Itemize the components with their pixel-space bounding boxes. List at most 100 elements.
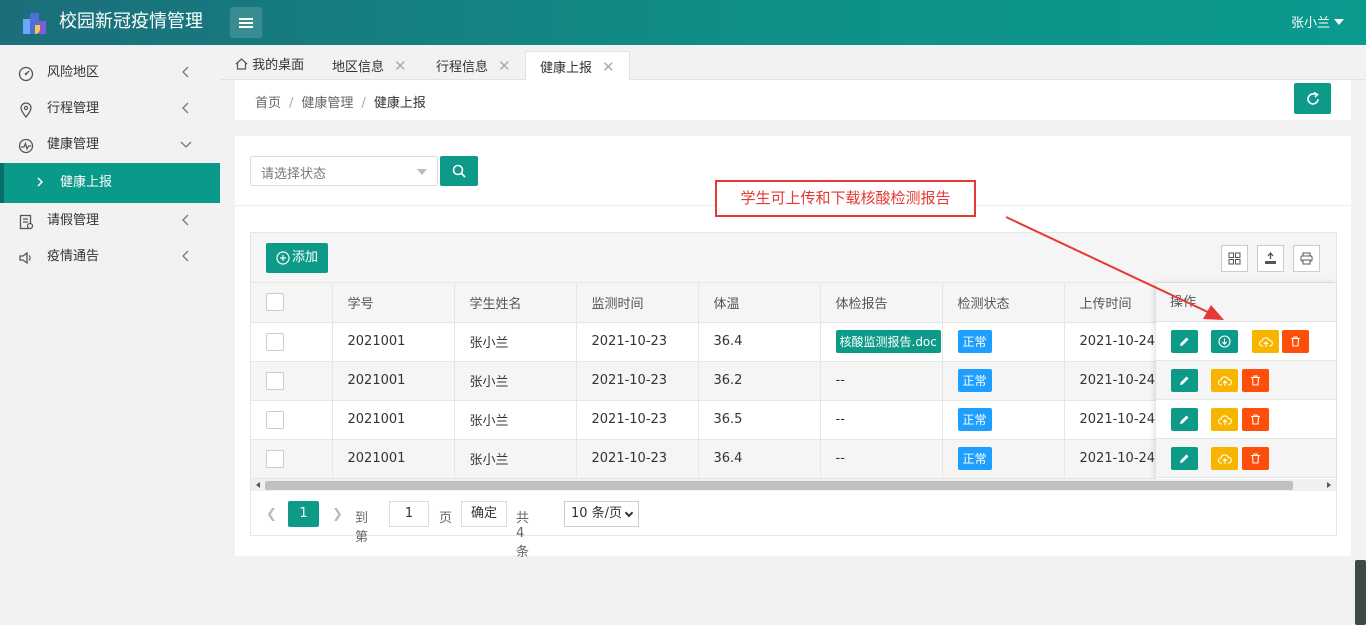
row-checkbox[interactable] bbox=[266, 449, 284, 468]
delete-button[interactable] bbox=[1242, 447, 1269, 470]
column-header[interactable]: 学生姓名 bbox=[454, 283, 577, 323]
current-page-button[interactable]: 1 bbox=[288, 501, 319, 527]
goto-page-input[interactable]: 1 bbox=[389, 501, 429, 527]
edit-button[interactable] bbox=[1171, 330, 1198, 353]
sidebar-subitem-label: 健康上报 bbox=[60, 175, 113, 190]
add-button-label: 添加 bbox=[292, 250, 319, 265]
goto-label: 到第 bbox=[355, 511, 369, 545]
upload-report-button[interactable] bbox=[1211, 447, 1238, 470]
row-checkbox[interactable] bbox=[266, 371, 284, 390]
column-filter-button[interactable] bbox=[1221, 245, 1248, 272]
tab-region-info[interactable]: 地区信息 ✕ bbox=[332, 51, 407, 81]
cell-report: -- bbox=[820, 400, 943, 440]
search-button[interactable] bbox=[440, 156, 478, 186]
edit-button[interactable] bbox=[1171, 447, 1198, 470]
sidebar-subitem-health-report[interactable]: 健康上报 bbox=[0, 163, 220, 203]
scrollbar-thumb[interactable] bbox=[265, 481, 1293, 490]
column-header[interactable]: 监测时间 bbox=[576, 283, 699, 323]
pulse-icon bbox=[18, 138, 34, 154]
speaker-icon bbox=[19, 251, 31, 265]
user-menu[interactable]: 张小兰 bbox=[1291, 12, 1344, 31]
sidebar-item-risk-area[interactable]: 风险地区 bbox=[0, 55, 220, 91]
prev-page-icon[interactable]: ❮ bbox=[266, 507, 277, 522]
cell-report: -- bbox=[820, 361, 943, 401]
report-file-link[interactable]: 核酸监测报告.doc bbox=[835, 330, 941, 353]
chevron-left-icon bbox=[182, 250, 189, 262]
menu-toggle-button[interactable] bbox=[230, 7, 262, 38]
scroll-right-icon[interactable] bbox=[1325, 479, 1333, 491]
download-icon bbox=[1218, 335, 1231, 348]
pencil-icon bbox=[1180, 415, 1189, 424]
trash-icon bbox=[1251, 414, 1260, 425]
close-icon[interactable]: ✕ bbox=[602, 58, 615, 76]
cell-student-id: 2021001 bbox=[332, 400, 455, 440]
sidebar-item-itinerary[interactable]: 行程管理 bbox=[0, 91, 220, 127]
delete-button[interactable] bbox=[1242, 408, 1269, 431]
sidebar-item-leave[interactable]: 请假管理 bbox=[0, 203, 220, 239]
cloud-upload-icon bbox=[1217, 414, 1232, 425]
sidebar: 风险地区 行程管理 健康管理 健康上报 请假管理 疫情通告 bbox=[0, 45, 220, 625]
app-title: 校园新冠疫情管理 bbox=[59, 11, 203, 32]
row-checkbox-cell bbox=[251, 400, 333, 440]
scroll-left-icon[interactable] bbox=[254, 479, 262, 491]
column-header-operations: 操作 bbox=[1156, 283, 1336, 322]
user-name: 张小兰 bbox=[1290, 16, 1330, 31]
status-select[interactable]: 请选择状态 bbox=[250, 156, 438, 186]
row-checkbox[interactable] bbox=[266, 410, 284, 429]
next-page-icon[interactable]: ❯ bbox=[332, 507, 343, 522]
status-badge: 正常 bbox=[957, 330, 992, 353]
tab-itinerary-info[interactable]: 行程信息 ✕ bbox=[436, 51, 511, 81]
ops-row bbox=[1156, 361, 1336, 400]
horizontal-scrollbar[interactable] bbox=[251, 479, 1336, 491]
upload-report-button[interactable] bbox=[1252, 330, 1279, 353]
page-size-select[interactable]: 10 条/页 bbox=[564, 501, 639, 527]
caret-down-icon bbox=[1334, 19, 1344, 25]
top-header: 校园新冠疫情管理 张小兰 bbox=[0, 0, 1366, 45]
column-header[interactable]: 检测状态 bbox=[942, 283, 1065, 323]
operations-column: 操作 bbox=[1156, 283, 1336, 479]
select-all-checkbox[interactable] bbox=[266, 293, 284, 312]
trash-icon bbox=[1291, 336, 1300, 347]
add-button[interactable]: 添加 bbox=[266, 243, 328, 273]
upload-report-button[interactable] bbox=[1211, 369, 1238, 392]
breadcrumb-health[interactable]: 健康管理 bbox=[301, 96, 353, 111]
refresh-button[interactable] bbox=[1294, 83, 1331, 114]
tab-desktop[interactable]: 我的桌面 bbox=[235, 51, 304, 81]
export-button[interactable] bbox=[1257, 245, 1284, 272]
chevron-down-icon bbox=[624, 508, 634, 518]
column-header[interactable]: 体温 bbox=[698, 283, 821, 323]
column-header[interactable]: 学号 bbox=[332, 283, 455, 323]
sidebar-item-health[interactable]: 健康管理 bbox=[0, 127, 220, 163]
page-scroll-widget[interactable] bbox=[1355, 560, 1366, 625]
breadcrumb-home[interactable]: 首页 bbox=[255, 96, 281, 111]
column-header[interactable]: 体检报告 bbox=[820, 283, 943, 323]
hamburger-icon bbox=[239, 17, 253, 28]
cell-report: 核酸监测报告.doc bbox=[820, 322, 943, 362]
print-button[interactable] bbox=[1293, 245, 1320, 272]
refresh-icon bbox=[1306, 91, 1319, 105]
delete-button[interactable] bbox=[1282, 330, 1309, 353]
cloud-upload-icon bbox=[1217, 453, 1232, 464]
close-icon[interactable]: ✕ bbox=[394, 57, 407, 75]
cell-student-name: 张小兰 bbox=[454, 361, 577, 401]
cell-monitor-date: 2021-10-23 bbox=[576, 361, 699, 401]
tab-label: 健康上报 bbox=[540, 61, 593, 76]
table-row: 2021001 张小兰 2021-10-23 36.2 -- 正常 2021-1… bbox=[251, 361, 1176, 401]
download-report-button[interactable] bbox=[1211, 330, 1238, 353]
delete-button[interactable] bbox=[1242, 369, 1269, 392]
close-icon[interactable]: ✕ bbox=[498, 57, 511, 75]
edit-button[interactable] bbox=[1171, 408, 1198, 431]
status-badge: 正常 bbox=[957, 447, 992, 470]
columns-icon bbox=[1228, 252, 1241, 265]
row-checkbox[interactable] bbox=[266, 332, 284, 351]
sidebar-item-notice[interactable]: 疫情通告 bbox=[0, 239, 220, 275]
goto-confirm-button[interactable]: 确定 bbox=[461, 501, 507, 527]
dashboard-icon bbox=[18, 66, 34, 82]
pencil-icon bbox=[1180, 454, 1189, 463]
table-panel: 添加 学号 学生姓名 监测时间 体温 体检报告 检测状态 上传时间 202100… bbox=[250, 232, 1337, 560]
plus-circle-icon bbox=[276, 251, 290, 265]
upload-report-button[interactable] bbox=[1211, 408, 1238, 431]
tab-health-report[interactable]: 健康上报 ✕ bbox=[525, 51, 630, 81]
edit-button[interactable] bbox=[1171, 369, 1198, 392]
trash-icon bbox=[1251, 453, 1260, 464]
